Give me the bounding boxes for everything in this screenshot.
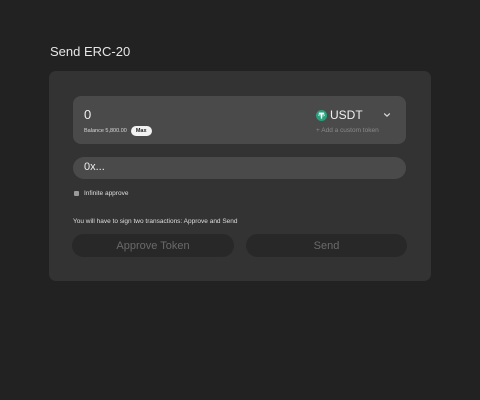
infinite-approve-checkbox[interactable]: Infinite approve	[74, 190, 128, 197]
chevron-down-icon[interactable]	[383, 111, 391, 119]
max-button[interactable]: Max	[130, 126, 152, 136]
recipient-field	[73, 157, 406, 179]
token-select[interactable]: USDT	[316, 108, 363, 122]
send-form-card: Balance 5,800.00 Max USDT + Add a custom…	[49, 71, 431, 281]
page-title: Send ERC-20	[50, 44, 131, 59]
amount-input[interactable]	[84, 107, 204, 122]
amount-panel: Balance 5,800.00 Max USDT + Add a custom…	[73, 96, 406, 144]
recipient-address-input[interactable]	[84, 161, 384, 173]
token-symbol: USDT	[330, 108, 363, 122]
balance-row: Balance 5,800.00 Max	[84, 126, 152, 136]
send-button[interactable]: Send	[246, 234, 407, 257]
balance-text: Balance 5,800.00	[84, 128, 127, 134]
infinite-approve-label: Infinite approve	[84, 190, 129, 197]
approve-token-button[interactable]: Approve Token	[72, 234, 234, 257]
checkbox-box[interactable]	[74, 191, 79, 196]
usdt-icon	[316, 109, 327, 121]
add-custom-token-link[interactable]: + Add a custom token	[316, 127, 379, 134]
two-transactions-notice: You will have to sign two transactions: …	[73, 218, 238, 225]
